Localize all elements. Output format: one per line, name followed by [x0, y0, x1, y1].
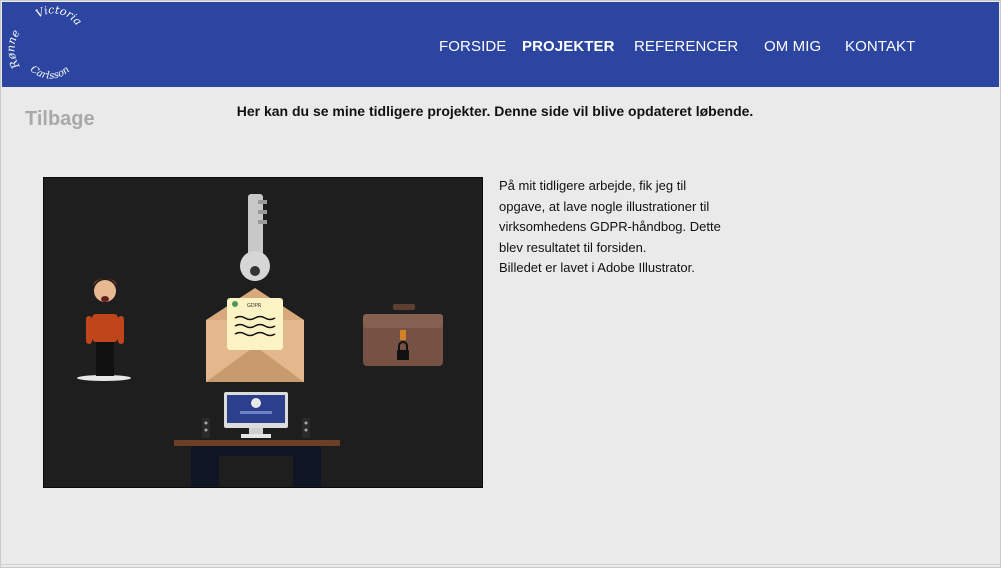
description-line: blev resultatet til forsiden.	[499, 239, 647, 255]
envelope-letter-label: GDPR	[247, 303, 262, 309]
nav-forside[interactable]: FORSIDE	[439, 38, 506, 55]
nav-kontakt[interactable]: KONTAKT	[845, 38, 915, 55]
logo-text-top: Victoria	[34, 4, 85, 28]
page-intro: Her kan du se mine tidligere projekter. …	[236, 103, 754, 119]
divider	[0, 564, 1001, 565]
project-description: På mit tidligere arbejde, fik jeg til op…	[499, 176, 749, 279]
description-line: På mit tidligere arbejde, fik jeg til	[499, 178, 687, 193]
nav-om-mig[interactable]: OM MIG	[764, 38, 821, 55]
project-illustration: GDPR	[43, 177, 483, 488]
desk-illustration	[174, 392, 340, 487]
main-nav: FORSIDE PROJEKTER REFERENCER OM MIG KONT…	[2, 38, 999, 58]
briefcase-illustration	[363, 304, 443, 366]
description-line: opgave, at lave nogle illustrationer til	[499, 198, 710, 214]
svg-text:Carlsson: Carlsson	[28, 64, 72, 82]
key-illustration	[240, 194, 270, 281]
site-header: Victoria Rønne Carlsson FORSIDE PROJEKTE…	[2, 2, 999, 87]
description-line: virksomhedens GDPR-håndbog. Dette	[499, 219, 721, 234]
description-line: Billedet er lavet i Adobe Illustrator.	[499, 260, 695, 275]
person-illustration	[77, 278, 131, 381]
nav-projekter[interactable]: PROJEKTER	[522, 38, 615, 55]
nav-referencer[interactable]: REFERENCER	[634, 38, 738, 55]
svg-text:Victoria: Victoria	[34, 4, 85, 28]
logo-text-bottom: Carlsson	[28, 64, 72, 82]
envelope-illustration: GDPR	[206, 288, 304, 382]
